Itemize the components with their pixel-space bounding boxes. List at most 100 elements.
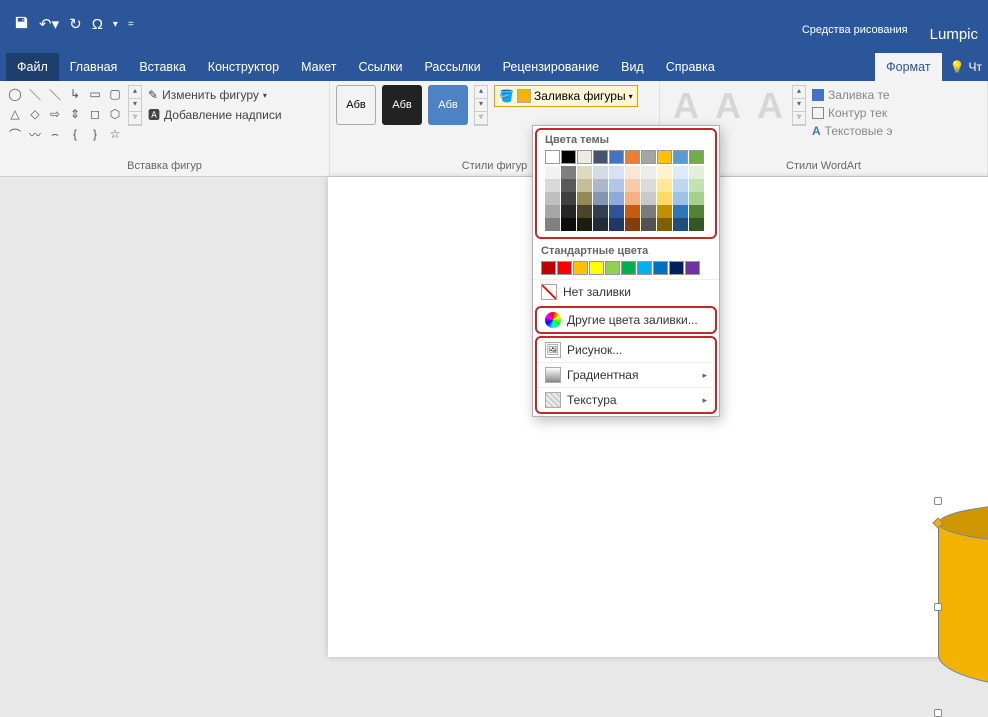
color-swatch[interactable] (641, 218, 656, 231)
resize-handle-w[interactable] (934, 603, 942, 611)
color-swatch[interactable] (609, 150, 624, 164)
symbol-icon[interactable]: Ω (92, 16, 103, 33)
color-swatch[interactable] (673, 150, 688, 164)
color-swatch[interactable] (653, 261, 668, 275)
color-swatch[interactable] (689, 218, 704, 231)
tab-file[interactable]: Файл (6, 53, 59, 81)
shape-brace-icon[interactable]: { (66, 125, 84, 143)
tab-review[interactable]: Рецензирование (492, 53, 611, 81)
color-swatch[interactable] (605, 261, 620, 275)
color-swatch[interactable] (657, 179, 672, 192)
color-swatch[interactable] (689, 179, 704, 192)
color-swatch[interactable] (641, 166, 656, 179)
color-swatch[interactable] (625, 150, 640, 164)
color-swatch[interactable] (625, 205, 640, 218)
tab-view[interactable]: Вид (610, 53, 655, 81)
qat-customize-icon[interactable]: ▾ (113, 19, 118, 30)
color-swatch[interactable] (593, 150, 608, 164)
color-swatch[interactable] (657, 192, 672, 205)
shape-star-icon[interactable]: ☆ (106, 125, 124, 143)
color-swatch[interactable] (593, 205, 608, 218)
tab-home[interactable]: Главная (59, 53, 129, 81)
color-swatch[interactable] (685, 261, 700, 275)
color-swatch[interactable] (561, 166, 576, 179)
color-swatch[interactable] (561, 179, 576, 192)
color-swatch[interactable] (657, 205, 672, 218)
text-fill-button[interactable]: Заливка те (812, 87, 893, 103)
color-swatch[interactable] (657, 166, 672, 179)
color-swatch[interactable] (545, 218, 560, 231)
wordart-style-3[interactable]: A (750, 85, 790, 127)
color-swatch[interactable] (673, 218, 688, 231)
tab-layout[interactable]: Макет (290, 53, 347, 81)
shape-triangle-icon[interactable]: △ (6, 105, 24, 123)
tell-me-search[interactable]: 💡 Чт (950, 60, 982, 74)
color-swatch[interactable] (593, 192, 608, 205)
color-swatch[interactable] (577, 179, 592, 192)
color-swatch[interactable] (557, 261, 572, 275)
color-swatch[interactable] (637, 261, 652, 275)
color-swatch[interactable] (673, 166, 688, 179)
color-swatch[interactable] (561, 218, 576, 231)
more-fill-colors-item[interactable]: Другие цвета заливки... (537, 308, 715, 332)
shapes-gallery-scroll[interactable]: ▴▾▿ (128, 85, 142, 126)
color-swatch[interactable] (577, 218, 592, 231)
shape-line-icon[interactable]: ＼ (26, 85, 44, 103)
selected-shape-cylinder[interactable]: ⟳ ⌧ (938, 501, 988, 713)
redo-icon[interactable]: ↻ (69, 15, 82, 33)
wordart-style-1[interactable]: A (666, 85, 706, 127)
color-swatch[interactable] (609, 166, 624, 179)
color-swatch[interactable] (641, 192, 656, 205)
color-swatch[interactable] (561, 192, 576, 205)
color-swatch[interactable] (545, 150, 560, 164)
color-swatch[interactable] (593, 166, 608, 179)
color-swatch[interactable] (625, 179, 640, 192)
wordart-style-2[interactable]: A (708, 85, 748, 127)
color-swatch[interactable] (561, 205, 576, 218)
color-swatch[interactable] (609, 205, 624, 218)
color-swatch[interactable] (589, 261, 604, 275)
color-swatch[interactable] (545, 166, 560, 179)
shape-rect-icon[interactable]: ▭ (86, 85, 104, 103)
color-swatch[interactable] (669, 261, 684, 275)
color-swatch[interactable] (545, 205, 560, 218)
qat-more-icon[interactable]: = (128, 19, 134, 30)
color-swatch[interactable] (673, 205, 688, 218)
shape-updown-icon[interactable]: ⇕ (66, 105, 84, 123)
resize-handle-nw[interactable] (934, 497, 942, 505)
color-swatch[interactable] (689, 205, 704, 218)
color-swatch[interactable] (561, 150, 576, 164)
save-icon[interactable] (14, 15, 29, 34)
shape-hex-icon[interactable]: ⬡ (106, 105, 124, 123)
shape-diamond-icon[interactable]: ◇ (26, 105, 44, 123)
color-swatch[interactable] (573, 261, 588, 275)
text-box-button[interactable]: 🅰 Добавление надписи (146, 105, 284, 124)
shape-style-3[interactable]: Абв (428, 85, 468, 125)
color-swatch[interactable] (625, 166, 640, 179)
shapes-gallery[interactable]: ◯ ＼ ＼ ↳ ▭ ▢ △ ◇ ⇨ ⇕ ◻ ⬡ ⌒ 〰 ⌢ { } ☆ (6, 85, 124, 143)
texture-fill-item[interactable]: Текстура (537, 387, 715, 412)
color-swatch[interactable] (609, 218, 624, 231)
color-swatch[interactable] (673, 179, 688, 192)
color-swatch[interactable] (657, 218, 672, 231)
tab-references[interactable]: Ссылки (347, 53, 413, 81)
gradient-fill-item[interactable]: Градиентная (537, 362, 715, 387)
color-swatch[interactable] (593, 218, 608, 231)
color-swatch[interactable] (689, 166, 704, 179)
shape-freeform-icon[interactable]: 〰 (26, 125, 44, 143)
wordart-scroll[interactable]: ▴▾▿ (792, 85, 806, 126)
color-swatch[interactable] (641, 205, 656, 218)
edit-shape-button[interactable]: ✎ Изменить фигуру ▾ (146, 87, 284, 103)
tab-design[interactable]: Конструктор (197, 53, 290, 81)
undo-icon[interactable]: ↶▾ (39, 15, 59, 33)
color-swatch[interactable] (625, 192, 640, 205)
shape-callout-icon[interactable]: ◻ (86, 105, 104, 123)
color-swatch[interactable] (625, 218, 640, 231)
color-swatch[interactable] (545, 192, 560, 205)
color-swatch[interactable] (577, 166, 592, 179)
shape-arrow-icon[interactable]: ⇨ (46, 105, 64, 123)
picture-fill-item[interactable]: 🖼 Рисунок... (537, 338, 715, 362)
color-swatch[interactable] (621, 261, 636, 275)
color-swatch[interactable] (673, 192, 688, 205)
color-swatch[interactable] (545, 179, 560, 192)
